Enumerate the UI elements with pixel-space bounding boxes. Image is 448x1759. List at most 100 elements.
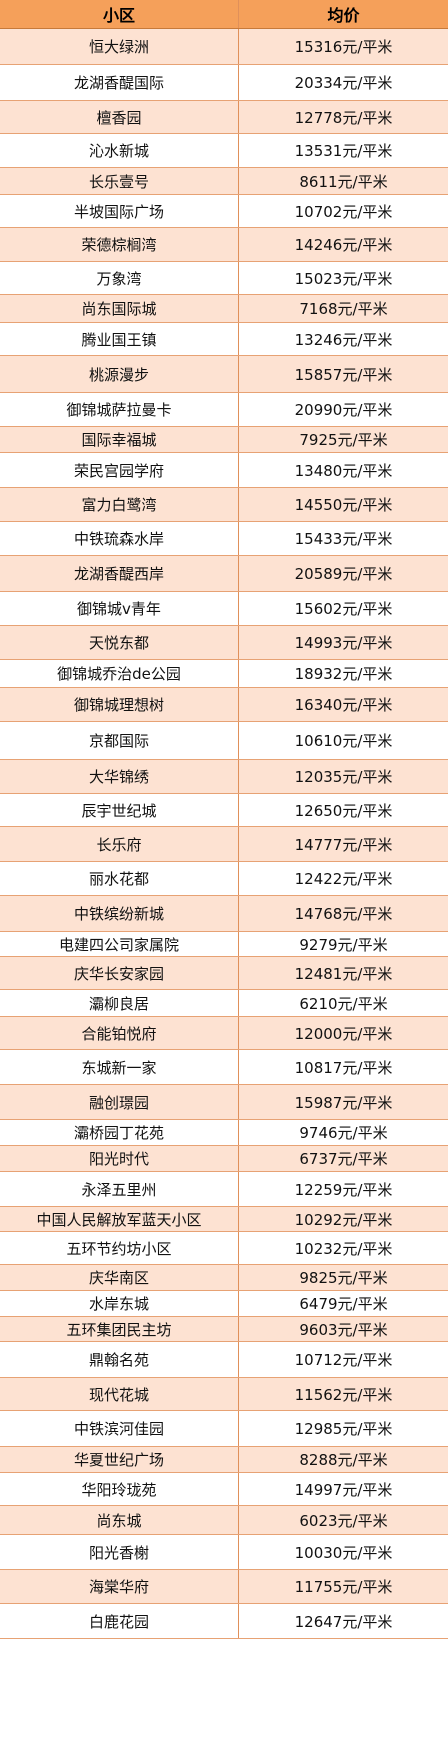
community-name: 阳光香榭 (0, 1535, 239, 1569)
table-row: 华夏世纪广场 8288元/平米 (0, 1447, 448, 1473)
community-name: 腾业国王镇 (0, 323, 239, 355)
avg-price: 16340元/平米 (294, 696, 393, 714)
avg-price: 20589元/平米 (294, 565, 393, 583)
avg-price: 6210元/平米 (299, 994, 388, 1013)
community-name: 京都国际 (0, 722, 239, 759)
community-name: 长乐壹号 (0, 168, 239, 194)
table-row: 御锦城萨拉曼卡 20990元/平米 (0, 393, 448, 427)
avg-price: 11562元/平米 (294, 1385, 393, 1404)
avg-price: 8288元/平米 (299, 1451, 388, 1469)
community-name: 御锦城理想树 (0, 688, 239, 721)
community-name: 灞柳良居 (0, 990, 239, 1016)
table-row: 檀香园 12778元/平米 (0, 101, 448, 134)
community-name: 檀香园 (0, 101, 239, 133)
avg-price: 6023元/平米 (299, 1511, 388, 1530)
table-row: 海棠华府 11755元/平米 (0, 1570, 448, 1604)
avg-price: 10030元/平米 (294, 1543, 393, 1562)
community-name: 长乐府 (0, 827, 239, 861)
community-name: 合能铂悦府 (0, 1017, 239, 1049)
community-name: 大华锦绣 (0, 760, 239, 793)
avg-price: 14777元/平米 (294, 835, 393, 854)
table-header: 小区 均价 (0, 0, 448, 29)
table-row: 融创璟园 15987元/平米 (0, 1085, 448, 1120)
community-name: 融创璟园 (0, 1085, 239, 1119)
avg-price: 15433元/平米 (294, 530, 393, 548)
table-row: 御锦城理想树 16340元/平米 (0, 688, 448, 722)
table-row: 长乐壹号 8611元/平米 (0, 168, 448, 195)
avg-price: 10292元/平米 (294, 1210, 393, 1229)
table-body: 恒大绿洲 15316元/平米 龙湖香醍国际 20334元/平米檀香园 12778元/平米… (0, 29, 448, 1639)
community-name: 万象湾 (0, 262, 239, 294)
community-name: 东城新一家 (0, 1050, 239, 1084)
community-name: 鼎翰名苑 (0, 1342, 239, 1377)
community-name: 中铁缤纷新城 (0, 896, 239, 931)
avg-price: 12000元/平米 (294, 1024, 393, 1043)
avg-price: 9825元/平米 (299, 1269, 388, 1287)
avg-price: 8611元/平米 (299, 172, 388, 191)
community-name: 水岸东城 (0, 1291, 239, 1316)
table-row: 荣民宫园学府 13480元/平米 (0, 453, 448, 488)
table-row: 永泽五里州 12259元/平米 (0, 1172, 448, 1207)
table-row: 龙湖香醍国际 20334元/平米 (0, 65, 448, 101)
community-name: 丽水花都 (0, 862, 239, 895)
avg-price: 7925元/平米 (299, 431, 388, 449)
avg-price: 15987元/平米 (294, 1093, 393, 1112)
community-name: 天悦东都 (0, 626, 239, 659)
table-row: 荣德棕榈湾 14246元/平米 (0, 228, 448, 262)
community-name: 桃源漫步 (0, 356, 239, 392)
table-row: 恒大绿洲 15316元/平米 (0, 29, 448, 65)
table-row: 阳光时代 6737元/平米 (0, 1146, 448, 1172)
community-name: 中铁琉森水岸 (0, 522, 239, 555)
avg-price: 14997元/平米 (294, 1480, 393, 1499)
table-row: 半坡国际广场 10702元/平米 (0, 195, 448, 228)
table-row: 电建四公司家属院 9279元/平米 (0, 932, 448, 957)
avg-price: 13480元/平米 (294, 461, 393, 480)
table-row: 龙湖香醍西岸 20589元/平米 (0, 556, 448, 592)
table-row: 富力白鹭湾 14550元/平米 (0, 488, 448, 522)
community-name: 庆华南区 (0, 1265, 239, 1290)
table-row: 中铁滨河佳园 12985元/平米 (0, 1411, 448, 1447)
table-row: 辰宇世纪城 12650元/平米 (0, 794, 448, 827)
avg-price: 12035元/平米 (294, 768, 393, 786)
avg-price: 12259元/平米 (294, 1180, 393, 1199)
table-row: 庆华南区 9825元/平米 (0, 1265, 448, 1291)
avg-price: 15602元/平米 (294, 600, 393, 618)
table-row: 御锦城乔治de公园 18932元/平米 (0, 660, 448, 688)
community-name: 白鹿花园 (0, 1604, 239, 1638)
table-row: 中国人民解放军蓝天小区 10292元/平米 (0, 1207, 448, 1232)
community-name: 恒大绿洲 (0, 29, 239, 64)
avg-price: 14993元/平米 (294, 634, 393, 652)
community-name: 华阳玲珑苑 (0, 1473, 239, 1505)
community-name: 庆华长安家园 (0, 957, 239, 989)
table-row: 庆华长安家园 12481元/平米 (0, 957, 448, 990)
avg-price: 10817元/平米 (294, 1058, 393, 1077)
community-name: 半坡国际广场 (0, 195, 239, 227)
avg-price: 11755元/平米 (294, 1578, 393, 1596)
avg-price: 13531元/平米 (294, 142, 393, 160)
community-name: 华夏世纪广场 (0, 1447, 239, 1472)
avg-price: 13246元/平米 (294, 330, 393, 349)
avg-price: 12481元/平米 (294, 964, 393, 983)
avg-price: 9279元/平米 (299, 935, 388, 954)
table-row: 大华锦绣 12035元/平米 (0, 760, 448, 794)
table-row: 天悦东都 14993元/平米 (0, 626, 448, 660)
avg-price: 9746元/平米 (299, 1124, 388, 1142)
table-row: 合能铂悦府 12000元/平米 (0, 1017, 448, 1050)
community-name: 御锦城萨拉曼卡 (0, 393, 239, 426)
community-name: 龙湖香醍国际 (0, 65, 239, 100)
community-name: 荣德棕榈湾 (0, 228, 239, 261)
avg-price: 14550元/平米 (294, 496, 393, 514)
community-name: 现代花城 (0, 1378, 239, 1410)
community-name: 灞桥园丁花苑 (0, 1120, 239, 1145)
community-name: 中铁滨河佳园 (0, 1411, 239, 1446)
table-row: 丽水花都 12422元/平米 (0, 862, 448, 896)
avg-price: 20334元/平米 (294, 74, 393, 92)
avg-price: 14246元/平米 (294, 236, 393, 254)
table-row: 中铁琉森水岸 15433元/平米 (0, 522, 448, 556)
avg-price: 10712元/平米 (294, 1351, 393, 1369)
community-name: 尚东国际城 (0, 295, 239, 322)
community-name: 五环节约坊小区 (0, 1232, 239, 1264)
table-row: 五环集团民主坊 9603元/平米 (0, 1317, 448, 1342)
table-row: 灞桥园丁花苑 9746元/平米 (0, 1120, 448, 1146)
table-row: 万象湾 15023元/平米 (0, 262, 448, 295)
